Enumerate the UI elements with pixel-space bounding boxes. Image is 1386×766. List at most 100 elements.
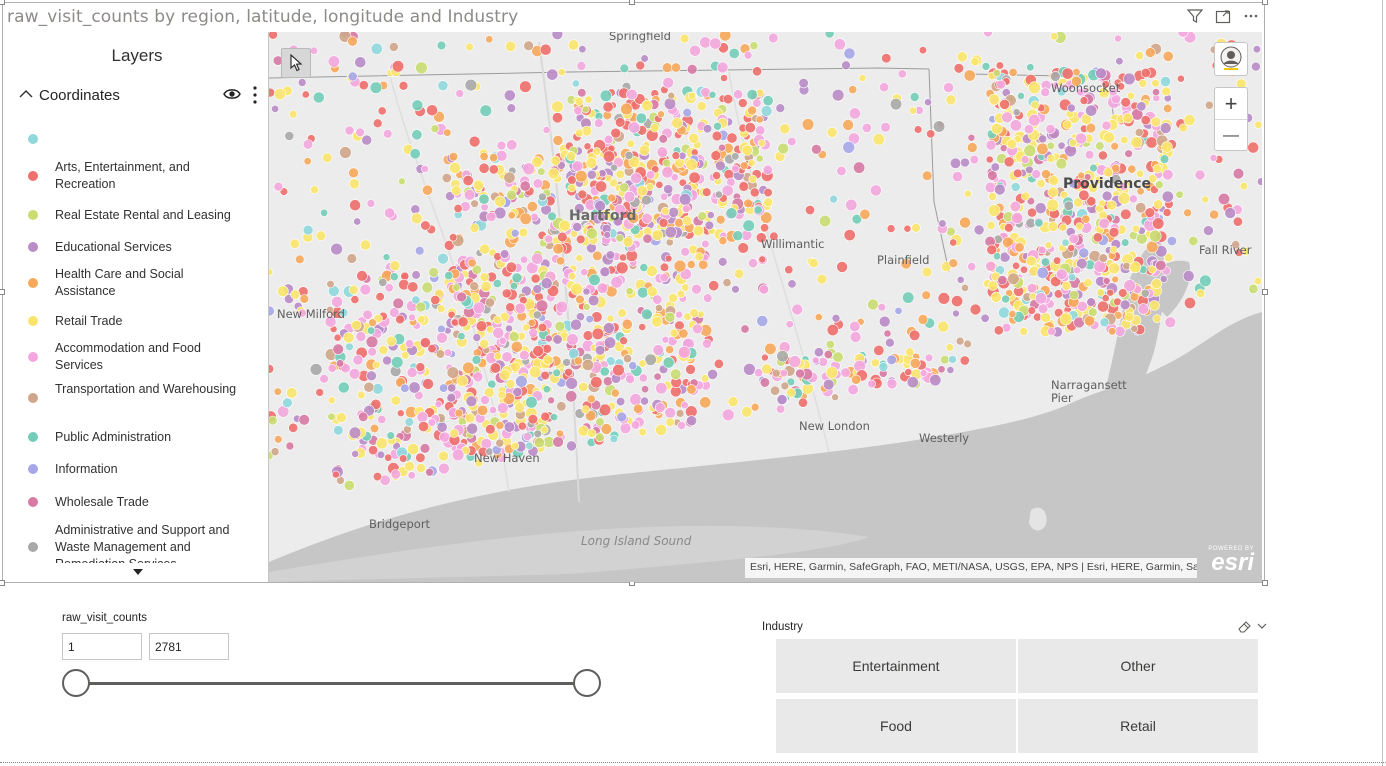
eye-icon[interactable] (223, 85, 241, 108)
map-point[interactable] (1135, 202, 1147, 214)
map-point[interactable] (1059, 312, 1073, 326)
map-point[interactable] (273, 387, 282, 396)
map-point[interactable] (515, 375, 528, 388)
map-point[interactable] (713, 358, 724, 369)
map-point[interactable] (701, 239, 710, 249)
map-point[interactable] (422, 378, 434, 390)
map-point[interactable] (1006, 138, 1018, 150)
map-point[interactable] (937, 320, 950, 333)
map-visual[interactable]: raw_visit_counts by region, latitude, lo… (0, 0, 1268, 586)
map-point[interactable] (743, 362, 756, 376)
map-point[interactable] (1001, 294, 1011, 304)
map-point[interactable] (299, 294, 309, 304)
map-point[interactable] (663, 97, 677, 110)
map-point[interactable] (1034, 218, 1044, 228)
map-point[interactable] (415, 463, 426, 473)
map-point[interactable] (610, 163, 618, 172)
map-point[interactable] (764, 342, 777, 356)
map-point[interactable] (678, 193, 692, 206)
map-point[interactable] (905, 347, 915, 357)
map-point[interactable] (619, 63, 629, 74)
map-point[interactable] (455, 89, 464, 98)
map-point[interactable] (336, 412, 347, 423)
map-point[interactable] (327, 412, 336, 421)
map-point[interactable] (1203, 225, 1214, 236)
map-point[interactable] (808, 258, 819, 268)
map-point[interactable] (1103, 131, 1115, 144)
map-point[interactable] (760, 105, 773, 117)
map-point[interactable] (368, 318, 377, 328)
map-point[interactable] (619, 422, 632, 435)
map-point[interactable] (776, 394, 788, 405)
map-point[interactable] (1055, 268, 1068, 281)
map-point[interactable] (636, 185, 648, 197)
map-point[interactable] (681, 283, 690, 292)
map-point[interactable] (686, 415, 697, 427)
map-point[interactable] (368, 445, 379, 456)
map-point[interactable] (575, 294, 585, 305)
map-point[interactable] (552, 436, 564, 448)
map-point[interactable] (897, 69, 907, 79)
map-point[interactable] (319, 374, 329, 384)
map-point[interactable] (1007, 272, 1020, 285)
map-point[interactable] (911, 223, 921, 233)
map-point[interactable] (315, 388, 325, 397)
map-point[interactable] (623, 354, 633, 364)
map-point[interactable] (369, 423, 380, 434)
map-point[interactable] (518, 227, 529, 238)
map-point[interactable] (528, 328, 539, 338)
map-point[interactable] (583, 142, 592, 151)
map-point[interactable] (509, 281, 519, 291)
map-point[interactable] (452, 283, 461, 292)
map-point[interactable] (753, 205, 763, 215)
map-point[interactable] (858, 74, 867, 82)
map-point[interactable] (421, 281, 434, 294)
map-point[interactable] (691, 283, 702, 295)
map-point[interactable] (924, 98, 932, 107)
map-point[interactable] (444, 271, 454, 281)
map-point[interactable] (1201, 195, 1210, 204)
map-point[interactable] (416, 411, 429, 423)
map-point[interactable] (826, 127, 838, 138)
map-point[interactable] (849, 331, 862, 343)
map-point[interactable] (390, 395, 401, 406)
map-point[interactable] (1209, 209, 1219, 220)
map-point[interactable] (1248, 283, 1259, 294)
map-point[interactable] (1159, 122, 1172, 134)
map-point[interactable] (824, 32, 835, 39)
map-point[interactable] (519, 180, 531, 192)
map-point[interactable] (1050, 32, 1059, 41)
map-point[interactable] (731, 152, 740, 161)
map-point[interactable] (606, 314, 615, 323)
map-point[interactable] (1115, 57, 1124, 66)
slider-min-handle[interactable] (62, 669, 90, 697)
map-point[interactable] (352, 354, 364, 366)
map-point[interactable] (552, 368, 561, 377)
map-point[interactable] (843, 229, 856, 242)
map-point[interactable] (369, 81, 383, 94)
map-point[interactable] (749, 187, 760, 198)
map-point[interactable] (712, 171, 721, 180)
map-point[interactable] (1068, 273, 1077, 282)
map-point[interactable] (747, 159, 756, 168)
map-point[interactable] (894, 306, 903, 315)
map-point[interactable] (937, 292, 951, 305)
map-point[interactable] (348, 178, 360, 190)
map-point[interactable] (332, 343, 344, 355)
map-point[interactable] (687, 91, 696, 100)
map-point[interactable] (1135, 51, 1145, 61)
map-point[interactable] (996, 79, 1006, 90)
map-point[interactable] (646, 170, 656, 180)
map-point[interactable] (831, 393, 839, 402)
map-point[interactable] (566, 440, 577, 452)
map-point[interactable] (1003, 156, 1015, 168)
map-point[interactable] (505, 379, 516, 389)
map-point[interactable] (1119, 299, 1131, 311)
map-point[interactable] (756, 315, 769, 327)
map-point[interactable] (755, 125, 766, 136)
map-point[interactable] (288, 109, 298, 119)
map-point[interactable] (625, 374, 635, 385)
map-point[interactable] (1036, 179, 1046, 189)
map-point[interactable] (967, 133, 976, 142)
map-point[interactable] (662, 62, 673, 73)
